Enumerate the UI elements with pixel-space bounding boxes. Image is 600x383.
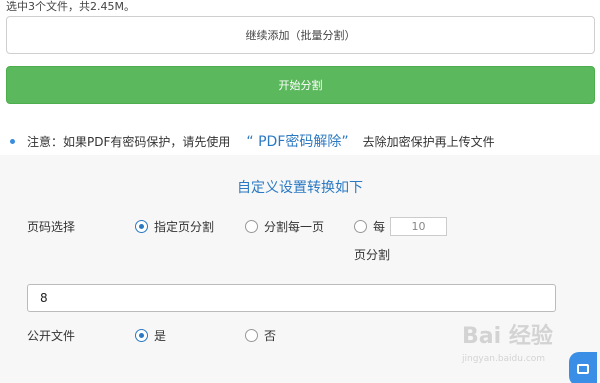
public-file-label: 公开文件	[27, 329, 76, 343]
radio-unchecked-icon	[245, 220, 258, 233]
radio-checked-icon	[135, 220, 148, 233]
page-select-label: 页码选择	[27, 220, 76, 234]
notice-prefix: 注意：如果PDF有密码保护，请先使用	[27, 134, 231, 149]
floating-chat-button[interactable]	[569, 352, 597, 383]
radio-label: 指定页分割	[154, 220, 215, 234]
radio-every-n-pages[interactable]: 每	[354, 218, 385, 235]
password-notice: 注意：如果PDF有密码保护，请先使用 “ PDF密码解除” 去除加密保护再上传文…	[10, 131, 495, 151]
every-n-pages-input[interactable]: 10	[390, 217, 447, 236]
start-split-button[interactable]: 开始分割	[6, 66, 595, 104]
watermark-logo: Bai 经验 jingyan.baidu.com	[462, 324, 553, 364]
radio-specified-pages[interactable]: 指定页分割	[135, 218, 214, 235]
radio-unchecked-icon	[245, 329, 258, 342]
page-number-input[interactable]: 8	[27, 284, 556, 312]
chat-icon	[577, 364, 589, 374]
pdf-unlock-link[interactable]: “ PDF密码解除”	[246, 131, 348, 151]
upload-panel: 选中3个文件，共2.45M。 继续添加（批量分割） 开始分割	[0, 0, 600, 112]
bullet-dot	[10, 138, 15, 144]
radio-split-every-page[interactable]: 分割每一页	[245, 218, 324, 235]
every-n-pages-suffix: 页分割	[354, 248, 391, 262]
radio-label: 是	[154, 329, 167, 343]
radio-label: 分割每一页	[264, 220, 325, 234]
radio-public-no[interactable]: 否	[245, 327, 276, 344]
radio-label: 每	[373, 220, 386, 234]
continue-add-button[interactable]: 继续添加（批量分割）	[6, 16, 595, 54]
radio-public-yes[interactable]: 是	[135, 327, 166, 344]
radio-unchecked-icon	[354, 220, 367, 233]
notice-suffix: 去除加密保护再上传文件	[362, 134, 495, 149]
selected-files-info: 选中3个文件，共2.45M。	[6, 0, 135, 13]
radio-label: 否	[264, 329, 277, 343]
radio-checked-icon	[135, 329, 148, 342]
settings-title: 自定义设置转换如下	[237, 180, 363, 196]
